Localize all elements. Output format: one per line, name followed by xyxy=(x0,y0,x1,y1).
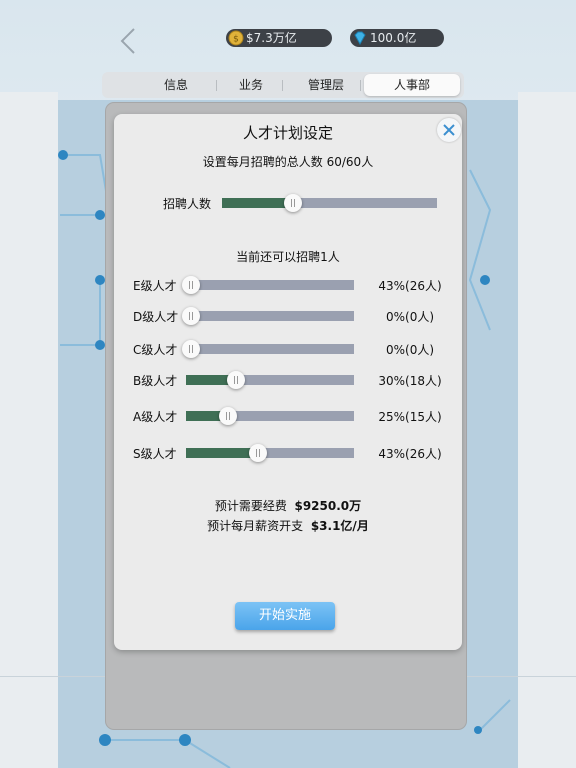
level-label: E级人才 xyxy=(133,279,177,293)
level-percent: 43%(26人) xyxy=(378,279,442,293)
gem-amount: 100.0亿 xyxy=(370,31,417,45)
tab-management[interactable]: 管理层 xyxy=(282,72,370,98)
level-slider[interactable] xyxy=(186,444,354,462)
salary-label: 预计每月薪资开支 xyxy=(207,519,304,533)
level-slider[interactable] xyxy=(182,307,354,325)
level-label: B级人才 xyxy=(133,374,178,388)
gold-amount: $7.3万亿 xyxy=(246,31,297,45)
talent-plan-dialog: 人才计划设定 设置每月招聘的总人数 60/60人 招聘人数 当前还可以招聘1人 … xyxy=(114,114,462,650)
salary-line: 预计每月薪资开支 $3.1亿/月 xyxy=(114,517,462,534)
cost-value: $9250.0万 xyxy=(294,499,362,513)
recruit-slider[interactable] xyxy=(222,194,437,212)
coin-icon: $ xyxy=(228,30,244,46)
close-button[interactable] xyxy=(437,118,461,142)
gem-counter: 100.0亿 xyxy=(350,29,444,47)
slider-handle[interactable] xyxy=(182,307,200,325)
level-percent: 30%(18人) xyxy=(378,374,442,388)
level-slider[interactable] xyxy=(182,340,354,358)
level-slider[interactable] xyxy=(186,371,354,389)
tab-hr[interactable]: 人事部 xyxy=(364,74,460,96)
dialog-subtitle: 设置每月招聘的总人数 60/60人 xyxy=(202,155,374,169)
cost-label: 预计需要经费 xyxy=(214,499,287,513)
level-label: D级人才 xyxy=(133,310,179,324)
slider-handle[interactable] xyxy=(283,194,302,212)
tab-bar: 信息 业务 管理层 人事部 xyxy=(102,72,464,98)
level-percent: 0%(0人) xyxy=(385,343,435,357)
slider-handle[interactable] xyxy=(182,340,200,358)
level-percent: 43%(26人) xyxy=(378,447,442,461)
start-button[interactable]: 开始实施 xyxy=(235,602,335,630)
tab-separator xyxy=(360,80,361,91)
slider-handle[interactable] xyxy=(182,276,200,294)
recruit-label: 招聘人数 xyxy=(163,197,212,211)
level-percent: 25%(15人) xyxy=(378,410,442,424)
diamond-icon xyxy=(354,31,366,46)
level-percent: 0%(0人) xyxy=(385,310,435,324)
slider-fill xyxy=(222,198,293,208)
remaining-text: 当前还可以招聘1人 xyxy=(236,250,340,264)
level-slider[interactable] xyxy=(186,407,354,425)
back-arrow-icon[interactable] xyxy=(112,24,146,58)
dialog-title: 人才计划设定 xyxy=(242,124,333,142)
level-label: C级人才 xyxy=(133,343,178,357)
salary-value: $3.1亿/月 xyxy=(310,519,369,533)
level-label: A级人才 xyxy=(133,410,178,424)
slider-handle[interactable] xyxy=(249,444,268,462)
slider-fill xyxy=(186,448,259,458)
cost-line: 预计需要经费 $9250.0万 xyxy=(114,497,462,514)
close-icon xyxy=(443,124,455,136)
svg-text:$: $ xyxy=(233,35,239,45)
slider-handle[interactable] xyxy=(227,371,246,389)
level-label: S级人才 xyxy=(133,447,177,461)
gold-counter: $ $7.3万亿 xyxy=(226,29,332,47)
level-slider[interactable] xyxy=(182,276,354,294)
slider-handle[interactable] xyxy=(219,407,237,425)
